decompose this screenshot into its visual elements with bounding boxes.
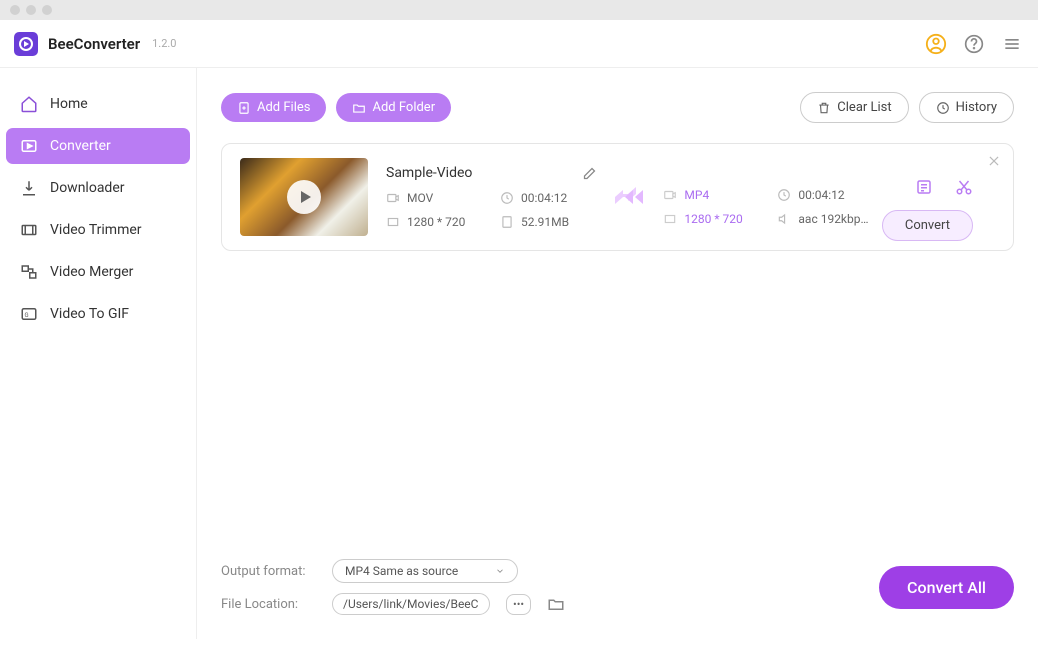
audio-icon <box>777 212 791 226</box>
settings-icon[interactable] <box>915 178 933 196</box>
source-duration: 00:04:12 <box>521 191 567 205</box>
convert-button[interactable]: Convert <box>882 210 973 241</box>
add-folder-button[interactable]: Add Folder <box>336 93 451 122</box>
remove-item-icon[interactable] <box>987 154 1001 168</box>
sidebar: Home Converter Downloader Video Trimmer … <box>0 68 197 639</box>
svg-text:G: G <box>25 312 29 319</box>
minimize-window-dot[interactable] <box>26 5 36 15</box>
size-icon <box>500 215 514 229</box>
sidebar-item-label: Video Merger <box>50 264 133 280</box>
output-format-select[interactable]: MP4 Same as source <box>332 559 518 583</box>
account-icon[interactable] <box>924 32 948 56</box>
sidebar-item-label: Video To GIF <box>50 306 129 322</box>
source-size: 52.91MB <box>521 215 569 229</box>
sidebar-item-trimmer[interactable]: Video Trimmer <box>6 212 190 248</box>
toolbar: Add Files Add Folder Clear List History <box>221 92 1014 123</box>
file-location-label: File Location: <box>221 597 316 612</box>
convert-item-card: Sample-Video MOV 00:04:12 1280 * 720 52.… <box>221 143 1014 251</box>
video-icon <box>386 191 400 205</box>
help-icon[interactable] <box>962 32 986 56</box>
dest-meta: MP4 00:04:12 1280 * 720 aac 192kbp… <box>663 188 869 226</box>
file-location-input[interactable]: /Users/link/Movies/BeeC <box>332 593 490 615</box>
open-folder-icon[interactable] <box>547 595 565 613</box>
home-icon <box>20 95 38 113</box>
dest-resolution[interactable]: 1280 * 720 <box>684 212 742 226</box>
clear-list-label: Clear List <box>837 100 891 115</box>
zoom-window-dot[interactable] <box>42 5 52 15</box>
output-format-value: MP4 Same as source <box>345 564 458 578</box>
file-name: Sample-Video <box>386 165 472 181</box>
sidebar-item-label: Video Trimmer <box>50 222 142 238</box>
sidebar-item-merger[interactable]: Video Merger <box>6 254 190 290</box>
close-window-dot[interactable] <box>10 5 20 15</box>
trimmer-icon <box>20 221 38 239</box>
convert-all-button[interactable]: Convert All <box>879 566 1014 609</box>
source-meta: Sample-Video MOV 00:04:12 1280 * 720 52.… <box>386 165 597 229</box>
dest-format[interactable]: MP4 <box>684 188 709 202</box>
source-format: MOV <box>407 191 433 205</box>
converter-icon <box>20 137 38 155</box>
sidebar-item-label: Home <box>50 96 88 112</box>
download-icon <box>20 179 38 197</box>
sidebar-item-converter[interactable]: Converter <box>6 128 190 164</box>
main-panel: Add Files Add Folder Clear List History <box>197 68 1038 639</box>
merger-icon <box>20 263 38 281</box>
edit-name-icon[interactable] <box>582 166 597 181</box>
app-header: BeeConverter 1.2.0 <box>0 20 1038 68</box>
play-icon <box>287 180 321 214</box>
gif-icon: G <box>20 305 38 323</box>
history-icon <box>936 101 950 115</box>
folder-add-icon <box>352 101 366 115</box>
video-icon <box>663 188 677 202</box>
history-label: History <box>956 100 997 115</box>
resolution-icon <box>386 215 400 229</box>
source-resolution: 1280 * 720 <box>407 215 465 229</box>
add-files-label: Add Files <box>257 100 310 115</box>
clock-icon <box>500 191 514 205</box>
convert-arrow-icon <box>615 187 645 207</box>
add-files-button[interactable]: Add Files <box>221 93 326 122</box>
resolution-icon <box>663 212 677 226</box>
clear-list-button[interactable]: Clear List <box>800 92 908 123</box>
cut-icon[interactable] <box>955 178 973 196</box>
dest-audio: aac 192kbp… <box>798 212 868 226</box>
video-thumbnail[interactable] <box>240 158 368 236</box>
output-format-label: Output format: <box>221 564 316 579</box>
dest-duration: 00:04:12 <box>798 188 844 202</box>
sidebar-item-label: Downloader <box>50 180 125 196</box>
app-logo <box>14 32 38 56</box>
clock-icon <box>777 188 791 202</box>
sidebar-item-downloader[interactable]: Downloader <box>6 170 190 206</box>
app-version: 1.2.0 <box>152 37 176 50</box>
add-folder-label: Add Folder <box>372 100 435 115</box>
sidebar-item-home[interactable]: Home <box>6 86 190 122</box>
sidebar-item-label: Converter <box>50 138 111 154</box>
browse-button[interactable]: ••• <box>506 594 531 615</box>
trash-icon <box>817 101 831 115</box>
chevron-down-icon <box>495 566 505 576</box>
file-add-icon <box>237 101 251 115</box>
window-titlebar <box>0 0 1038 20</box>
history-button[interactable]: History <box>919 92 1014 123</box>
app-name: BeeConverter <box>48 35 140 53</box>
menu-icon[interactable] <box>1000 32 1024 56</box>
sidebar-item-gif[interactable]: G Video To GIF <box>6 296 190 332</box>
